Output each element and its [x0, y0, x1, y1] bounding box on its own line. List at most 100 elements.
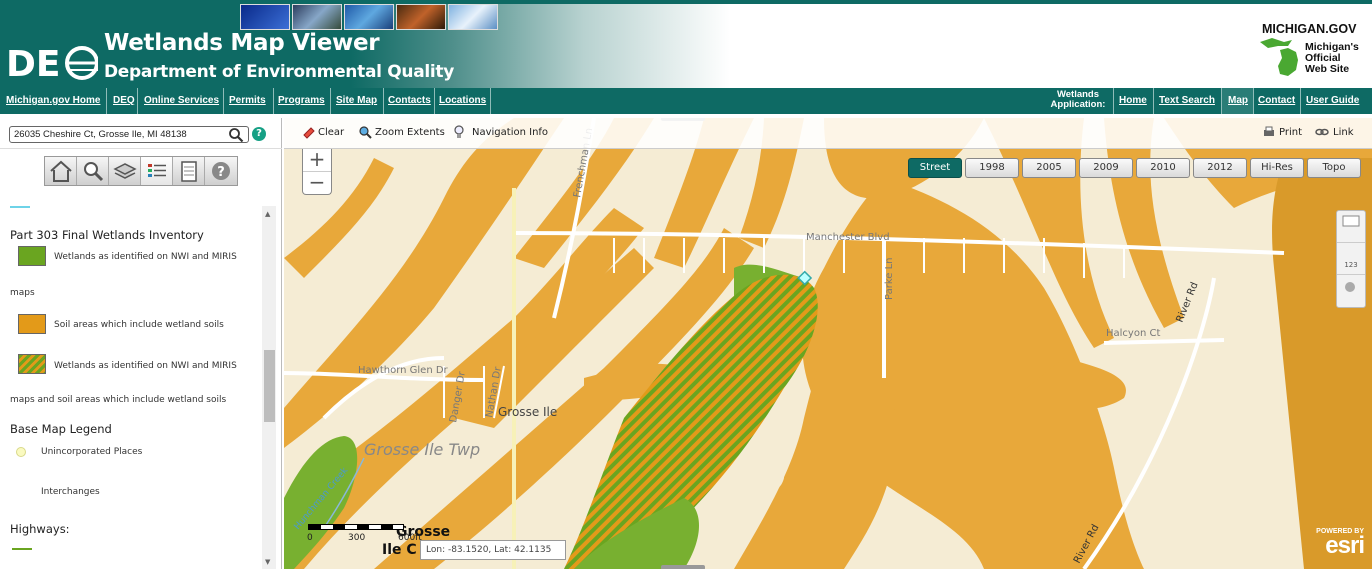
home-icon	[50, 160, 72, 182]
deq-logo[interactable]: DE	[6, 42, 98, 82]
app-title: Wetlands Map Viewer	[104, 30, 380, 56]
map-label-halcyon: Halcyon Ct	[1106, 328, 1160, 339]
michigan-gov-label[interactable]: MICHIGAN.GOV	[1262, 22, 1356, 36]
nav-divider	[106, 88, 107, 114]
esri-wordmark: esri	[1325, 532, 1365, 559]
navigation-info-button[interactable]: Navigation Info	[472, 127, 548, 138]
zoom-extents-button[interactable]: Zoom Extents	[375, 127, 445, 138]
scroll-up-arrow-icon[interactable]: ▲	[265, 210, 270, 218]
basemap-switcher: Street 1998 2005 2009 2010 2012 Hi-Res T…	[908, 158, 1361, 178]
legend-tool-button[interactable]	[141, 157, 173, 185]
michigan-tagline: Michigan's Official Web Site	[1305, 42, 1359, 75]
legend-section-highways: Highways:	[10, 522, 70, 536]
legend-section-basemap: Base Map Legend	[10, 422, 112, 436]
map-toolbar: Clear Zoom Extents Navigation Info Print…	[284, 118, 1372, 149]
nav-contacts[interactable]: Contacts	[384, 88, 435, 114]
search-help-icon[interactable]: ?	[252, 127, 266, 141]
nav-divider	[1153, 88, 1154, 114]
nav-home[interactable]: Home	[1115, 88, 1151, 114]
svg-text:?: ?	[217, 165, 225, 180]
nav-text-search[interactable]: Text Search	[1155, 88, 1219, 114]
nav-online-services[interactable]: Online Services	[140, 88, 223, 114]
legend-panel[interactable]: Part 303 Final Wetlands Inventory Wetlan…	[0, 202, 278, 569]
map-label-grosse-ile-twp: Grosse Ile Twp	[364, 440, 480, 459]
zoom-control: + −	[302, 149, 332, 195]
search-icon[interactable]	[228, 127, 244, 143]
map-canvas[interactable]: Manchester Blvd Parke Ln Halcyon Ct Rive…	[284, 118, 1372, 569]
legend-line-swatch	[10, 206, 30, 208]
map-graphics: Manchester Blvd Parke Ln Halcyon Ct Rive…	[284, 118, 1372, 569]
printer-icon[interactable]	[1262, 125, 1276, 139]
map-label-hawthorn: Hawthorn Glen Dr	[358, 365, 449, 376]
layers-tool-button[interactable]	[109, 157, 141, 185]
layers-icon	[113, 163, 137, 179]
nav-site-map[interactable]: Site Map	[332, 88, 381, 114]
nav-locations[interactable]: Locations	[435, 88, 490, 114]
svg-text:DE: DE	[6, 44, 60, 82]
map-label-city-2: Ile C	[382, 542, 417, 558]
legend-item-mixed-cont: maps and soil areas which include wetlan…	[10, 395, 227, 405]
bottom-drag-handle[interactable]	[661, 565, 705, 569]
legend-item-wetland-cont: maps	[10, 288, 35, 298]
header-topline	[0, 0, 1372, 4]
draw-tool-button[interactable]	[1337, 275, 1365, 307]
nav-programs[interactable]: Programs	[274, 88, 329, 114]
basemap-1998-button[interactable]: 1998	[965, 158, 1019, 178]
legend-item-interchanges: Interchanges	[41, 487, 100, 497]
scale-bar-graphic	[308, 524, 404, 530]
coordinate-readout: Lon: -83.1520, Lat: 42.1135	[420, 540, 566, 560]
basemap-street-button[interactable]: Street	[908, 158, 962, 178]
clear-button[interactable]: Clear	[318, 127, 344, 138]
link-button[interactable]: Link	[1333, 127, 1353, 138]
zoom-extents-icon[interactable]	[358, 125, 372, 139]
michigan-map-icon	[1260, 38, 1298, 76]
basemap-2009-button[interactable]: 2009	[1079, 158, 1133, 178]
basemap-2005-button[interactable]: 2005	[1022, 158, 1076, 178]
scale-tick-300: 300	[348, 533, 366, 543]
banner-photo-1	[240, 4, 290, 30]
identify-tool-button[interactable]	[1337, 211, 1365, 243]
legend-section-wetlands: Part 303 Final Wetlands Inventory	[10, 228, 204, 242]
zoom-tool-button[interactable]	[77, 157, 109, 185]
basemap-2012-button[interactable]: 2012	[1193, 158, 1247, 178]
wetland-swatch	[18, 246, 46, 266]
notes-icon	[181, 161, 197, 182]
top-nav: Michigan.gov Home DEQ Online Services Pe…	[0, 88, 1372, 114]
print-button[interactable]: Print	[1279, 127, 1302, 138]
nav-divider	[330, 88, 331, 114]
nav-deq[interactable]: DEQ	[109, 88, 139, 114]
map-label-parke: Parke Ln	[884, 258, 895, 301]
home-tool-button[interactable]	[45, 157, 77, 185]
address-search-input[interactable]: 26035 Cheshire Ct, Grosse Ile, MI 48138	[9, 126, 249, 143]
draw-icon	[1345, 282, 1355, 292]
nav-map[interactable]: Map	[1224, 88, 1252, 114]
mixed-swatch	[18, 354, 46, 374]
help-tool-button[interactable]: ?	[205, 157, 237, 185]
nav-contact[interactable]: Contact	[1254, 88, 1299, 114]
lightbulb-icon[interactable]	[452, 125, 466, 139]
zoom-out-button[interactable]: −	[303, 171, 331, 193]
legend-scroll-thumb[interactable]	[264, 350, 275, 422]
esri-logo[interactable]: POWERED BY esri	[1302, 528, 1365, 559]
banner-photo-5	[448, 4, 498, 30]
measure-tool-label: 123	[1344, 261, 1358, 269]
banner-photo-3	[344, 4, 394, 30]
identify-icon	[1342, 215, 1360, 227]
basemap-topo-button[interactable]: Topo	[1307, 158, 1361, 178]
nav-user-guide[interactable]: User Guide	[1302, 88, 1363, 114]
eraser-icon[interactable]	[302, 125, 316, 139]
notes-tool-button[interactable]	[173, 157, 205, 185]
nav-permits[interactable]: Permits	[225, 88, 270, 114]
nav-michigan-home[interactable]: Michigan.gov Home	[2, 88, 104, 114]
legend-item-mixed: Wetlands as identified on NWI and MIRIS	[54, 361, 237, 371]
zoom-in-button[interactable]: +	[303, 149, 331, 171]
basemap-hires-button[interactable]: Hi-Res	[1250, 158, 1304, 178]
basemap-2010-button[interactable]: 2010	[1136, 158, 1190, 178]
measure-tool-button[interactable]: 123	[1337, 243, 1365, 275]
scroll-down-arrow-icon[interactable]: ▼	[265, 558, 270, 566]
legend-item-soil: Soil areas which include wetland soils	[54, 320, 224, 330]
tagline-line-3: Web Site	[1305, 63, 1350, 75]
zoom-icon	[84, 162, 104, 182]
nav-divider	[490, 88, 491, 114]
chain-link-icon[interactable]	[1315, 125, 1329, 139]
